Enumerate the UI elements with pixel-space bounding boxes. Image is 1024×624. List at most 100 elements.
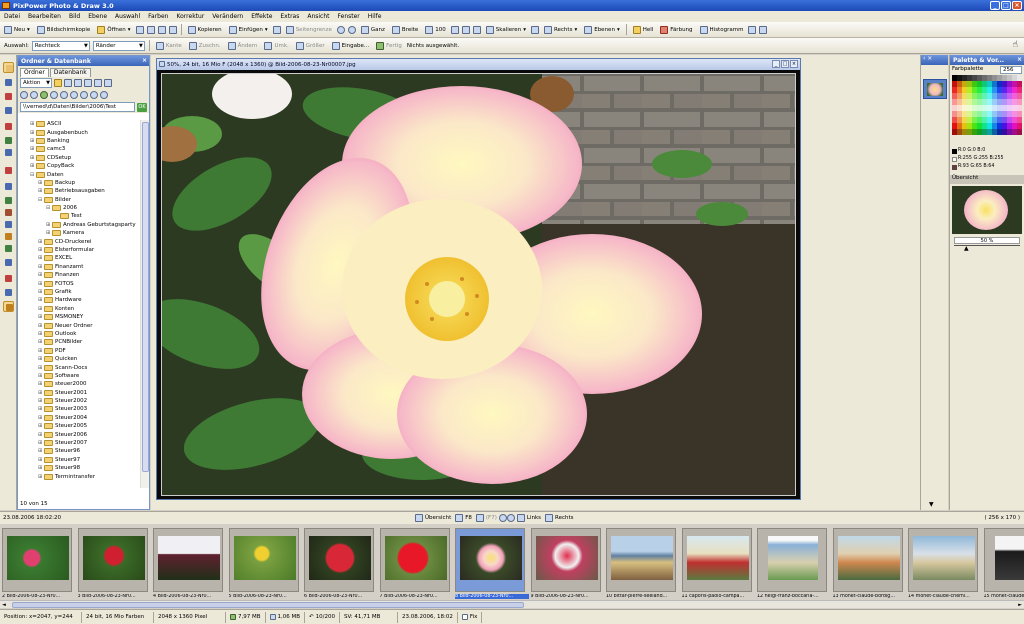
ok-button[interactable]: OK — [137, 102, 147, 112]
color-swatch[interactable] — [972, 105, 977, 111]
color-swatch[interactable] — [997, 99, 1002, 105]
color-swatch[interactable] — [962, 117, 967, 123]
color-swatch[interactable] — [1007, 81, 1012, 87]
thumbnail[interactable] — [908, 528, 978, 592]
color-swatch[interactable] — [972, 81, 977, 87]
page-border-button[interactable]: Seitengrenze — [284, 24, 334, 36]
color-swatch[interactable] — [962, 99, 967, 105]
close-button[interactable]: × — [1012, 1, 1022, 10]
color-swatch[interactable] — [977, 105, 982, 111]
color-swatch[interactable] — [957, 75, 962, 81]
color-swatch[interactable] — [1007, 87, 1012, 93]
color-swatch[interactable] — [982, 81, 987, 87]
color-swatch[interactable] — [982, 105, 987, 111]
color-swatch[interactable] — [987, 129, 992, 135]
folder-tree-item[interactable]: ⊞ PCNBilder — [18, 338, 140, 346]
color-swatch[interactable] — [982, 117, 987, 123]
color-swatch[interactable] — [992, 129, 997, 135]
f7-button[interactable]: (F7) — [474, 512, 499, 524]
zoom-slider-thumb[interactable]: ▲ — [964, 245, 969, 252]
color-swatch[interactable] — [967, 129, 972, 135]
color-swatch[interactable] — [987, 93, 992, 99]
color-swatch[interactable] — [1002, 123, 1007, 129]
color-swatch[interactable] — [977, 81, 982, 87]
forward-icon[interactable] — [30, 91, 38, 99]
color-swatch[interactable] — [992, 75, 997, 81]
folder-tree-item[interactable]: ⊞ Steuer2005 — [18, 422, 140, 430]
thumbnail[interactable] — [757, 528, 827, 592]
color-swatch[interactable] — [977, 93, 982, 99]
thumbnail[interactable] — [304, 528, 374, 592]
color-swatch[interactable] — [967, 123, 972, 129]
color-swatch[interactable] — [1012, 105, 1017, 111]
color-swatch[interactable] — [972, 129, 977, 135]
color-swatch[interactable] — [992, 99, 997, 105]
fill-icon[interactable] — [3, 165, 14, 176]
lasso-icon[interactable] — [3, 91, 14, 102]
image-maximize-button[interactable]: □ — [781, 60, 789, 68]
color-swatch[interactable] — [962, 75, 967, 81]
save-icon[interactable] — [135, 25, 144, 34]
color-swatch[interactable] — [1002, 93, 1007, 99]
folder-tree-item[interactable]: ⊞ ASCII — [18, 120, 140, 128]
color-swatch[interactable] — [962, 87, 967, 93]
color-swatch[interactable] — [982, 75, 987, 81]
redo-icon[interactable] — [168, 25, 177, 34]
color-swatch[interactable] — [992, 105, 997, 111]
color-swatch[interactable] — [987, 111, 992, 117]
folder-tree-item[interactable]: ⊞ Konten — [18, 305, 140, 313]
image-close-button[interactable]: × — [790, 60, 798, 68]
color-swatch[interactable] — [1012, 117, 1017, 123]
color-swatch[interactable] — [967, 81, 972, 87]
tab-folders[interactable]: Ordner — [20, 68, 49, 77]
color-swatch[interactable] — [1002, 81, 1007, 87]
color-swatch[interactable] — [992, 111, 997, 117]
tint-button[interactable]: Färbung — [658, 24, 694, 36]
color-swatch[interactable] — [952, 105, 957, 111]
menu-item[interactable]: Auswahl — [115, 13, 140, 20]
color-swatch[interactable] — [962, 111, 967, 117]
crop-icon[interactable] — [461, 25, 470, 34]
menu-item[interactable]: Verändern — [212, 13, 243, 20]
folder-tree-item[interactable]: ⊞ Hardware — [18, 296, 140, 304]
color-swatch[interactable] — [977, 111, 982, 117]
color-swatch[interactable] — [972, 111, 977, 117]
color-swatch[interactable] — [967, 75, 972, 81]
folder-tree-scrollbar[interactable] — [140, 120, 149, 488]
selection-mode-select[interactable]: Rechteck ▼ — [31, 40, 90, 51]
brush-icon[interactable] — [3, 121, 14, 132]
modify-button[interactable]: Ändern — [226, 40, 260, 52]
color-swatch[interactable] — [997, 105, 1002, 111]
thumbnail[interactable] — [832, 528, 903, 592]
gallery-icon[interactable] — [84, 79, 92, 87]
color-swatch[interactable] — [972, 93, 977, 99]
menu-item[interactable]: Ansicht — [307, 13, 329, 20]
folder-tree-item[interactable]: Test — [18, 212, 140, 221]
folder-open-icon[interactable] — [54, 79, 62, 87]
folder-tree-item[interactable]: ⊞ camc3 — [18, 145, 140, 153]
color-swatch[interactable] — [972, 117, 977, 123]
undo-icon[interactable] — [157, 25, 166, 34]
f8-button[interactable]: F8 — [453, 512, 474, 524]
folder-tree-item[interactable]: ⊞ Steuer2001 — [18, 389, 140, 397]
thumbnail[interactable] — [983, 528, 1024, 592]
folder-tree-item[interactable]: ⊞ CopyBack — [18, 162, 140, 170]
color-swatch[interactable] — [1012, 129, 1017, 135]
folder-tree-item[interactable]: ⊞ Finanzamt — [18, 263, 140, 271]
color-swatch[interactable] — [997, 75, 1002, 81]
color-swatch[interactable] — [1002, 111, 1007, 117]
folder-tree-item[interactable]: ⊞ Neuer Ordner — [18, 321, 140, 329]
rotate-left-button[interactable]: Links — [515, 512, 543, 524]
palette-size-select[interactable]: 256 — [1000, 66, 1022, 74]
color-swatch[interactable] — [1017, 81, 1022, 87]
color-swatch[interactable] — [962, 105, 967, 111]
copy-button[interactable]: Kopieren — [186, 24, 224, 36]
color-swatch[interactable] — [952, 123, 957, 129]
menu-item[interactable]: Farben — [148, 13, 168, 20]
color-swatch[interactable] — [1012, 111, 1017, 117]
menu-item[interactable]: Fenster — [338, 13, 360, 20]
maximize-button[interactable]: □ — [1001, 1, 1011, 10]
slideshow-icon[interactable] — [104, 79, 112, 87]
histogram-button[interactable]: Histogramm — [698, 24, 746, 36]
fix-checkbox[interactable] — [461, 614, 468, 620]
